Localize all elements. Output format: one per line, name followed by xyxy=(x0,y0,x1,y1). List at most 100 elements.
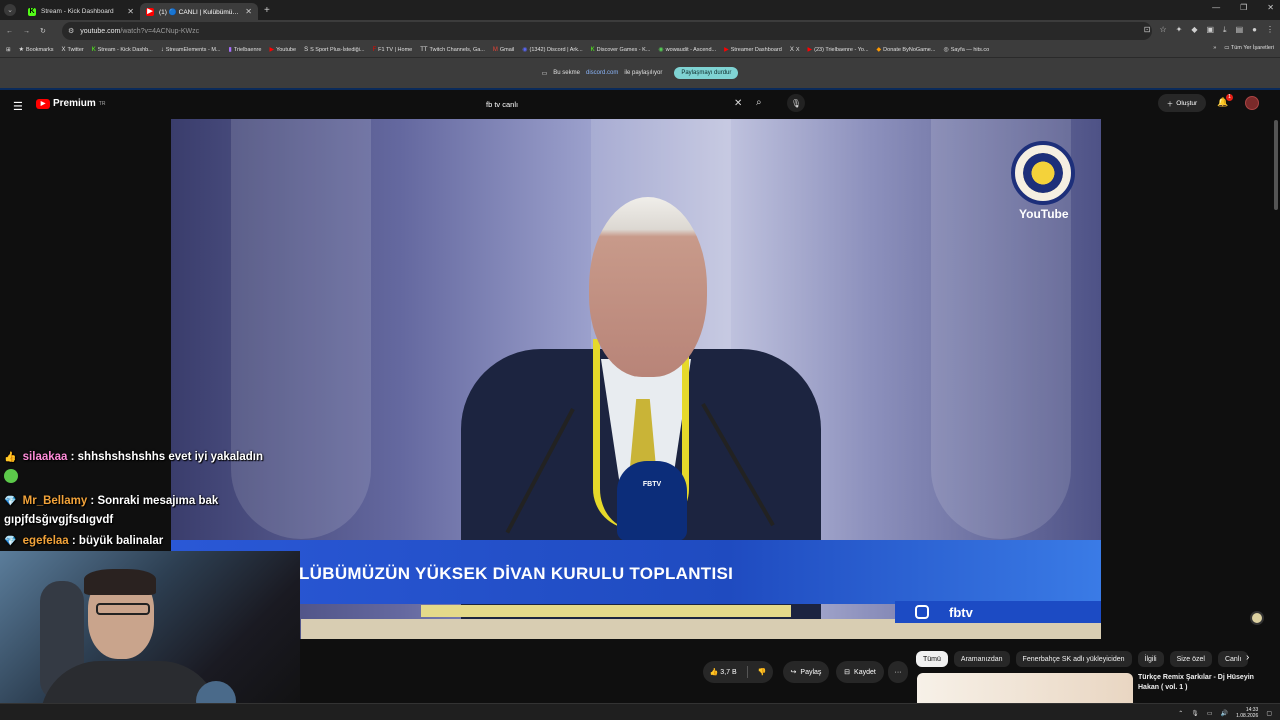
clock[interactable]: 14:33 1.08.2026 xyxy=(1236,707,1258,719)
bookmark-item[interactable]: F F1 TV | Home xyxy=(373,47,413,53)
chip-for-you[interactable]: Size özel xyxy=(1169,651,1212,667)
browser-toolbar: ← → ↻ ⚙ youtube.com/watch?v=4ACNup-KWzc … xyxy=(0,20,1280,42)
menu-icon[interactable]: ☰ xyxy=(13,100,23,113)
bookmark-item[interactable]: ◆ Donate ByNoGame... xyxy=(877,46,936,54)
bookmark-item[interactable]: SS Sport Plus-İstediği... xyxy=(304,47,364,53)
dislike-button[interactable]: 👎 xyxy=(758,668,767,676)
chip-live[interactable]: Canlı xyxy=(1217,651,1249,667)
chip-related[interactable]: İlgili xyxy=(1137,651,1164,667)
install-icon[interactable]: ⊡ xyxy=(1144,25,1151,35)
bookmark-item[interactable]: ◎ Sayfa — hits.co xyxy=(943,46,989,54)
profile-icon[interactable]: ● xyxy=(1252,25,1257,35)
share-button[interactable]: ↪ Paylaş xyxy=(783,661,829,683)
apps-icon[interactable]: ⊞ xyxy=(6,47,11,53)
bookmark-item[interactable]: XX xyxy=(790,47,800,53)
like-dislike-group: 👍 3,7 B 👎 xyxy=(703,661,773,683)
tab-youtube[interactable]: ▶ (1) 🔵 CANLI | Kulübümüzün... ✕ xyxy=(140,3,258,20)
youtube-icon: ▶ xyxy=(146,7,154,16)
extension-icon[interactable]: ▣ xyxy=(1206,25,1214,35)
volume-icon[interactable]: 🔊 xyxy=(1221,710,1228,717)
recommended-video-title[interactable]: Türkçe Remix Şarkılar - Dj Hüseyin Hakan… xyxy=(1138,673,1268,693)
f1-icon: F xyxy=(372,46,377,53)
sidebar-icon[interactable]: ▤ xyxy=(1236,25,1244,35)
related-filter-chips: Tümü Aramanızdan Fenerbahçe SK adlı yükl… xyxy=(916,650,1266,668)
tray-chevron-icon[interactable]: ⌃ xyxy=(1178,710,1183,717)
chat-badge-icon: 💎 xyxy=(4,536,17,547)
search-input[interactable]: fb tv canlı xyxy=(486,100,518,109)
lower-third-banner: LÜBÜMÜZÜN YÜKSEK DİVAN KURULU TOPLANTISI xyxy=(171,540,1101,604)
new-tab-button[interactable]: + xyxy=(264,5,270,16)
youtube-icon: ▶ xyxy=(269,47,275,53)
maximize-icon[interactable]: ❐ xyxy=(1240,3,1247,12)
url-host: youtube.com xyxy=(80,27,121,35)
bookmark-item[interactable]: ▶ (23) Trielbaenre - Yo... xyxy=(808,46,869,54)
back-icon[interactable]: ← xyxy=(6,28,13,35)
chat-username: Mr_Bellamy xyxy=(22,495,88,507)
bookmark-item[interactable]: ▶ Youtube xyxy=(269,46,296,54)
site-info-icon[interactable]: ⚙ xyxy=(68,27,74,35)
create-button[interactable]: ＋ Oluştur xyxy=(1158,94,1206,112)
network-icon[interactable]: ▭ xyxy=(1207,710,1213,717)
close-tab-icon[interactable]: ✕ xyxy=(127,7,134,16)
forward-icon[interactable]: → xyxy=(23,28,30,35)
bookmark-item[interactable]: ★ Bookmarks xyxy=(19,46,54,54)
chat-badge-icon: 👍 xyxy=(4,452,17,463)
chip-from-uploader[interactable]: Fenerbahçe SK adlı yükleyiciden xyxy=(1015,651,1132,667)
bookmark-item[interactable]: ▶ Streamer Dashboard xyxy=(724,46,782,54)
instagram-icon xyxy=(915,605,929,619)
search-icon[interactable]: ⌕ xyxy=(756,97,762,108)
youtube-icon: ▶ xyxy=(724,47,729,53)
bookmark-item[interactable]: ▮ Trielbaenre xyxy=(229,46,262,54)
all-bookmarks-button[interactable]: ▭ Tüm Yer İşaretleri xyxy=(1224,45,1274,51)
stop-sharing-button[interactable]: Paylaşmayı durdur xyxy=(674,67,739,79)
menu-icon[interactable]: ⋮ xyxy=(1266,25,1274,35)
mic-tray-icon[interactable]: 🎙 xyxy=(1191,710,1199,717)
notification-badge: 1 xyxy=(1226,94,1233,101)
extension-icon[interactable]: ◆ xyxy=(1191,25,1197,35)
close-tab-icon[interactable]: ✕ xyxy=(245,7,252,16)
avatar[interactable] xyxy=(1245,96,1259,110)
bookmark-item[interactable]: X Twitter xyxy=(62,47,84,53)
discord-icon: ◉ xyxy=(522,47,528,53)
tab-kick-dashboard[interactable]: K Stream - Kick Dashboard ✕ xyxy=(22,3,140,20)
chat-badge-icon: 💎 xyxy=(4,496,17,507)
notification-center-icon[interactable]: ▢ xyxy=(1266,710,1272,717)
page-scrollbar[interactable] xyxy=(1274,120,1278,210)
more-actions-button[interactable]: ··· xyxy=(888,661,908,683)
like-button[interactable]: 👍 3,7 B xyxy=(710,668,737,676)
address-bar[interactable]: ⚙ youtube.com/watch?v=4ACNup-KWzc xyxy=(62,22,1152,40)
bookmark-item[interactable]: M Gmail xyxy=(493,47,514,53)
recommended-video-thumbnail[interactable] xyxy=(917,673,1133,703)
search-box[interactable]: fb tv canlı ✕ ⌕ xyxy=(480,94,778,114)
close-window-icon[interactable]: ✕ xyxy=(1267,3,1274,12)
channel-crest-icon[interactable] xyxy=(1250,611,1264,625)
video-player[interactable]: FBTV YouTube LÜBÜMÜZÜN YÜKSEK DİVAN KURU… xyxy=(171,119,1101,639)
download-icon[interactable]: ⤓ xyxy=(1223,25,1227,35)
x-icon: X xyxy=(789,46,794,53)
bookmark-item[interactable]: K Discover Games - K... xyxy=(591,47,651,53)
reload-icon[interactable]: ↻ xyxy=(40,27,46,35)
youtube-logo[interactable]: ▶ Premium TR xyxy=(36,98,105,109)
clear-search-icon[interactable]: ✕ xyxy=(734,98,742,109)
bookmark-icon: ⊟ xyxy=(844,669,851,676)
minimize-icon[interactable]: — xyxy=(1212,3,1220,12)
star-icon[interactable]: ☆ xyxy=(1159,25,1166,35)
chip-all[interactable]: Tümü xyxy=(916,651,948,667)
bookmark-item[interactable]: ◉ (1342) Discord | Ark... xyxy=(522,46,582,54)
voice-search-button[interactable]: 🎙 xyxy=(787,94,805,112)
screen-share-bar: ▭ Bu sekme discord.com ile paylaşılıyor … xyxy=(0,58,1280,88)
kick-icon: K xyxy=(91,46,96,53)
bookmark-item[interactable]: TT Twitch Channels, Ga... xyxy=(420,47,485,53)
bookmark-item[interactable]: ◉ wowaudit - Ascend... xyxy=(658,46,716,54)
chevron-right-icon[interactable]: › xyxy=(1246,652,1249,663)
bookmark-item[interactable]: K Stream - Kick Dashb... xyxy=(92,47,153,53)
extension-icon[interactable]: ✦ xyxy=(1176,25,1183,35)
more-bookmarks-button[interactable]: » xyxy=(1213,45,1216,51)
bookmark-item[interactable]: ↓ StreamElements - M... xyxy=(161,47,221,53)
save-button[interactable]: ⊟ Kaydet xyxy=(836,661,884,683)
chat-message: 💎 Mr_Bellamy : Sonraki mesajıma bak gıpj… xyxy=(4,492,294,529)
tab-search-icon[interactable]: ⌄ xyxy=(4,4,16,16)
x-icon: X xyxy=(61,46,66,53)
chip-from-search[interactable]: Aramanızdan xyxy=(953,651,1010,667)
video-watermark: YouTube xyxy=(1019,207,1069,221)
